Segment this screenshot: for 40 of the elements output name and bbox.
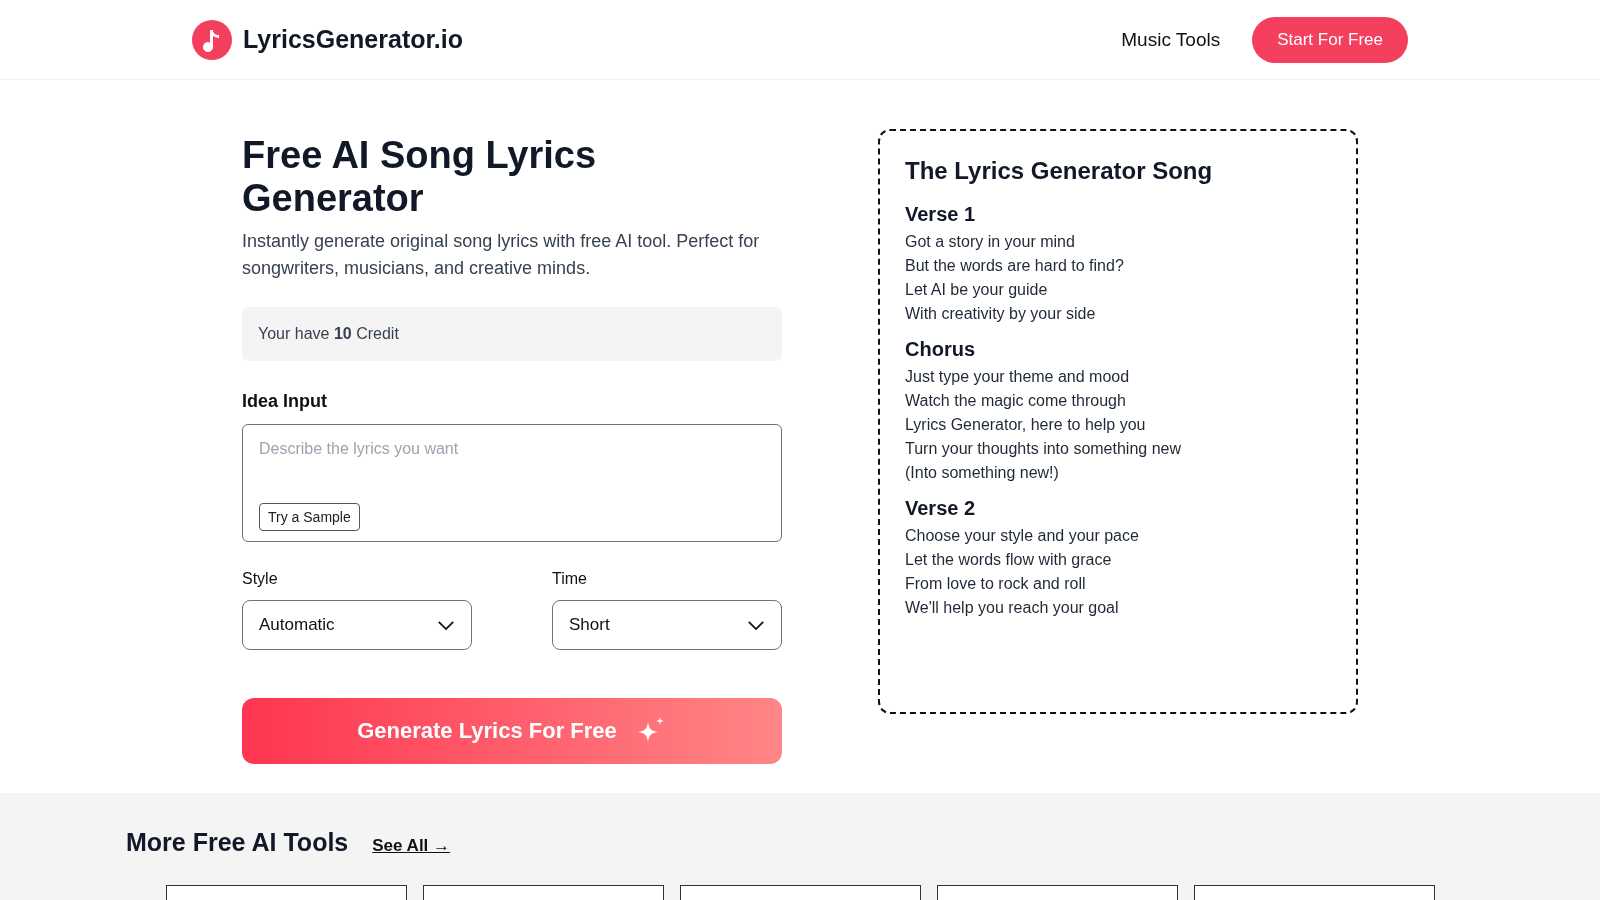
- try-sample-button[interactable]: Try a Sample: [259, 503, 360, 531]
- section-heading: Verse 1: [905, 203, 977, 226]
- dropdown[interactable]: Automatic: [242, 600, 472, 650]
- music-note-logo-icon: [192, 19, 232, 60]
- lyric-line: (Into something new!): [905, 463, 1060, 483]
- section-heading: Chorus: [905, 338, 976, 361]
- tool-card[interactable]: [166, 885, 407, 900]
- lyric-line: From love to rock and roll: [905, 574, 1087, 594]
- field-label: Time: [552, 570, 588, 588]
- lyric-line: Lyrics Generator, here to help you: [905, 415, 1147, 435]
- tool-card[interactable]: [1194, 885, 1435, 900]
- lyric-line: Let AI be your guide: [905, 280, 1049, 300]
- lyric-line: Turn your thoughts into something new: [905, 439, 1182, 459]
- lyric-line: With creativity by your side: [905, 304, 1097, 324]
- section-title: More Free AI Tools: [126, 828, 349, 857]
- see-all-link[interactable]: See All →: [372, 836, 451, 856]
- lyric-line: Got a story in your mind: [905, 232, 1076, 252]
- lyric-line: Watch the magic come through: [905, 391, 1127, 411]
- section-heading: Verse 2: [905, 497, 977, 520]
- lyric-line: Let the words flow with grace: [905, 550, 1113, 570]
- brand-name[interactable]: LyricsGenerator.io: [243, 25, 463, 54]
- chevron-down-icon: [747, 619, 765, 631]
- tool-card[interactable]: [937, 885, 1178, 900]
- lyric-line: But the words are hard to find?: [905, 256, 1125, 276]
- credits-notice: Your have 10 Credit: [242, 307, 782, 361]
- field-label: Idea Input: [242, 391, 328, 412]
- dropdown[interactable]: Short: [552, 600, 782, 650]
- start-button[interactable]: Start For Free: [1252, 16, 1408, 63]
- lyric-line: Just type your theme and mood: [905, 367, 1131, 387]
- idea-input-field[interactable]: Describe the lyrics you want Try a Sample: [242, 424, 782, 542]
- chevron-down-icon: [437, 619, 455, 631]
- lyric-line: We'll help you reach your goal: [905, 598, 1120, 618]
- lyric-line: Choose your style and your pace: [905, 526, 1140, 546]
- nav-link[interactable]: Music Tools: [1121, 28, 1221, 51]
- subtitle: Instantly generate original song lyrics with free AI tool. Perfect for songwriters, musicians, and creative minds.: [242, 230, 761, 280]
- song-title: The Lyrics Generator Song: [905, 157, 1214, 185]
- page-title: Free AI Song Lyrics Generator: [242, 134, 598, 220]
- field-label: Style: [242, 570, 279, 588]
- tool-card[interactable]: [680, 885, 921, 900]
- tool-card[interactable]: [423, 885, 664, 900]
